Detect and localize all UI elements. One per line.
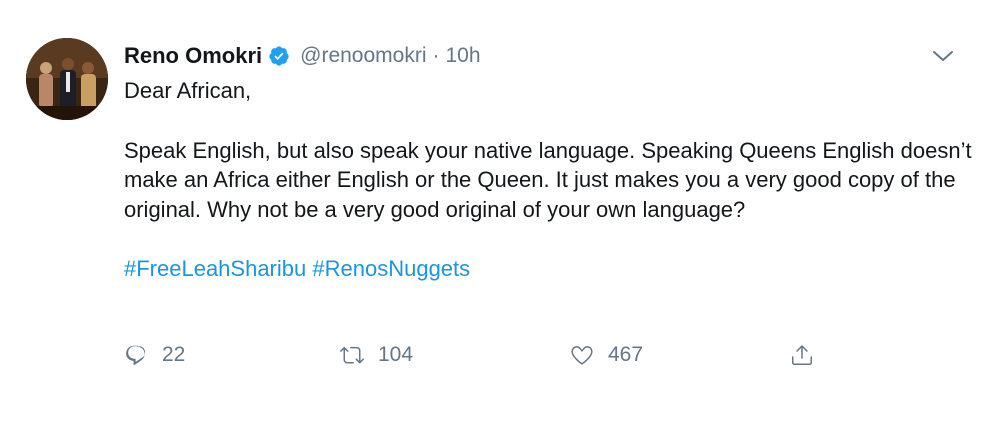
reply-button[interactable]: 22 (124, 340, 185, 370)
retweet-count: 104 (378, 343, 414, 366)
reply-icon (124, 343, 148, 367)
author-handle[interactable]: @renoomokri (300, 44, 426, 68)
tweet-header: Reno Omokri @renoomokri · 10h (124, 40, 481, 72)
retweet-button[interactable]: 104 (340, 340, 413, 370)
reply-count: 22 (162, 343, 186, 366)
like-icon (570, 343, 594, 367)
retweet-icon (340, 343, 364, 367)
author-name[interactable]: Reno Omokri (124, 43, 262, 69)
verified-badge-icon (268, 45, 290, 67)
separator-dot: · (432, 44, 440, 67)
tweet-card[interactable]: Reno Omokri @renoomokri · 10h Dear Afric… (0, 0, 986, 440)
avatar[interactable] (26, 38, 108, 120)
like-count: 467 (608, 343, 644, 366)
share-button[interactable] (790, 340, 814, 370)
tweet-text: Dear African, Speak English, but also sp… (124, 76, 974, 284)
tweet-greeting: Dear African, (124, 78, 252, 103)
like-button[interactable]: 467 (570, 340, 643, 370)
hashtag-list: #FreeLeahSharibu #RenosNuggets (124, 254, 974, 284)
share-icon (790, 343, 814, 367)
tweet-actions: 22 104 467 (124, 340, 824, 370)
avatar-photo (26, 38, 108, 120)
chevron-down-icon[interactable] (930, 46, 956, 66)
tweet-timestamp[interactable]: 10h (446, 44, 481, 68)
hashtag-link[interactable]: #FreeLeahSharibu (124, 256, 306, 281)
hashtag-link[interactable]: #RenosNuggets (312, 256, 470, 281)
tweet-paragraph: Speak English, but also speak your nativ… (124, 137, 972, 222)
